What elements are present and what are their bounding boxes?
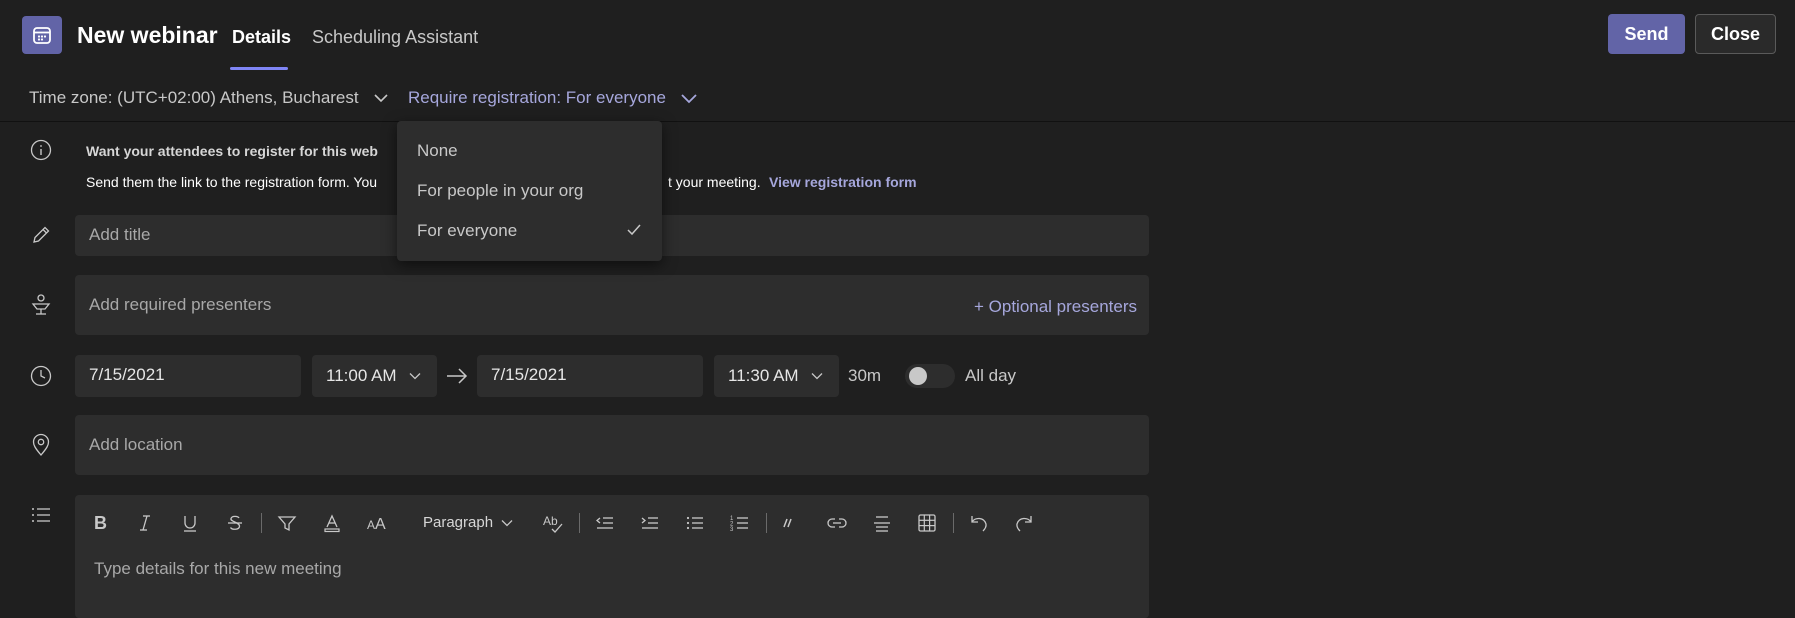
dropdown-item-label: None: [417, 141, 458, 160]
toolbar-separator: [953, 513, 954, 533]
quote-icon[interactable]: [779, 510, 805, 536]
end-date-value: 7/15/2021: [491, 365, 567, 384]
details-editor[interactable]: B AA Paragraph Ab 123 Type details for t…: [75, 495, 1149, 618]
all-day-label: All day: [965, 366, 1017, 385]
toggle-knob: [909, 367, 927, 385]
close-button[interactable]: Close: [1695, 14, 1776, 54]
end-time-value: 11:30 AM: [728, 366, 799, 385]
dropdown-item-label: For everyone: [417, 221, 518, 240]
link-icon[interactable]: [824, 510, 850, 536]
registration-info-title: Want your attendees to register for this…: [86, 143, 378, 159]
location-placeholder: Add location: [89, 435, 183, 454]
svg-text:B: B: [94, 513, 107, 533]
registration-info-body: Send them the link to the registration f…: [86, 174, 377, 190]
end-date-input[interactable]: 7/15/2021: [477, 355, 703, 397]
registration-info-text: Send them the link to the registration f…: [86, 174, 378, 190]
registration-dropdown: None For people in your org For everyone: [397, 121, 662, 261]
presenters-placeholder: Add required presenters: [89, 295, 272, 314]
dropdown-item-everyone[interactable]: For everyone: [397, 211, 662, 251]
paragraph-style-select[interactable]: Paragraph: [423, 514, 513, 531]
location-input[interactable]: Add location: [75, 415, 1149, 475]
dropdown-item-org[interactable]: For people in your org: [397, 171, 662, 211]
list-icon: [28, 502, 54, 528]
tab-details[interactable]: Details: [232, 27, 291, 48]
bold-icon[interactable]: B: [87, 510, 113, 536]
pencil-icon: [28, 222, 54, 248]
start-date-value: 7/15/2021: [89, 365, 165, 384]
redo-icon[interactable]: [1011, 510, 1037, 536]
tab-scheduling-assistant[interactable]: Scheduling Assistant: [312, 27, 478, 48]
presenters-input[interactable]: Add required presenters + Optional prese…: [75, 275, 1149, 335]
toolbar-separator: [579, 513, 580, 533]
svg-text:A: A: [375, 516, 386, 533]
duration-label: 30m: [848, 366, 882, 385]
timezone-label: Time zone: (UTC+02:00) Athens, Bucharest: [29, 88, 359, 107]
italic-icon[interactable]: [132, 510, 158, 536]
calendar-icon: [22, 16, 62, 54]
page-title: New webinar: [77, 22, 218, 48]
header: New webinar Details Scheduling Assistant…: [0, 0, 1795, 72]
details-placeholder: Type details for this new meeting: [94, 559, 342, 578]
highlight-icon[interactable]: [274, 510, 300, 536]
tab-active-indicator: [230, 67, 288, 70]
chevron-down-icon: [811, 372, 823, 380]
table-icon[interactable]: [914, 510, 940, 536]
registration-info-tail: t your meeting.: [668, 174, 761, 190]
toolbar-separator: [261, 513, 262, 533]
numbered-list-icon[interactable]: 123: [727, 510, 753, 536]
registration-selector[interactable]: Require registration: For everyone: [408, 88, 698, 108]
start-time-value: 11:00 AM: [326, 366, 397, 385]
bulleted-list-icon[interactable]: [682, 510, 708, 536]
paragraph-style-label: Paragraph: [423, 514, 494, 531]
view-registration-form-link[interactable]: View registration form: [769, 174, 917, 190]
chevron-down-icon: [680, 93, 698, 104]
font-color-icon[interactable]: [319, 510, 345, 536]
optional-presenters-button[interactable]: + Optional presenters: [974, 297, 1137, 317]
toolbar-separator: [766, 513, 767, 533]
presenter-icon: [28, 292, 54, 318]
location-pin-icon: [28, 432, 54, 458]
strikethrough-icon[interactable]: [222, 510, 248, 536]
font-size-icon[interactable]: AA: [364, 510, 390, 536]
timezone-selector[interactable]: Time zone: (UTC+02:00) Athens, Bucharest: [29, 88, 389, 108]
chevron-down-icon: [409, 372, 421, 380]
chevron-down-icon: [373, 93, 389, 103]
chevron-down-icon: [501, 519, 513, 527]
dropdown-item-label: For people in your org: [417, 181, 584, 200]
svg-text:A: A: [367, 518, 375, 532]
options-bar: Time zone: (UTC+02:00) Athens, Bucharest…: [0, 72, 1795, 122]
arrow-right-icon: [446, 367, 468, 385]
checkmark-icon: [626, 223, 642, 237]
start-date-input[interactable]: 7/15/2021: [75, 355, 301, 397]
end-time-select[interactable]: 11:30 AM: [714, 355, 839, 397]
registration-label: Require registration: For everyone: [408, 88, 666, 107]
spell-check-icon[interactable]: Ab: [540, 510, 566, 536]
dropdown-item-none[interactable]: None: [397, 131, 662, 171]
svg-text:Ab: Ab: [543, 514, 558, 528]
undo-icon[interactable]: [966, 510, 992, 536]
send-button[interactable]: Send: [1608, 14, 1685, 54]
indent-icon[interactable]: [637, 510, 663, 536]
info-icon: [28, 137, 54, 163]
title-placeholder: Add title: [89, 225, 151, 244]
clock-icon: [28, 363, 54, 389]
horizontal-rule-icon[interactable]: [869, 510, 895, 536]
underline-icon[interactable]: [177, 510, 203, 536]
start-time-select[interactable]: 11:00 AM: [312, 355, 437, 397]
svg-text:3: 3: [730, 527, 734, 533]
outdent-icon[interactable]: [592, 510, 618, 536]
all-day-toggle[interactable]: [905, 364, 955, 388]
